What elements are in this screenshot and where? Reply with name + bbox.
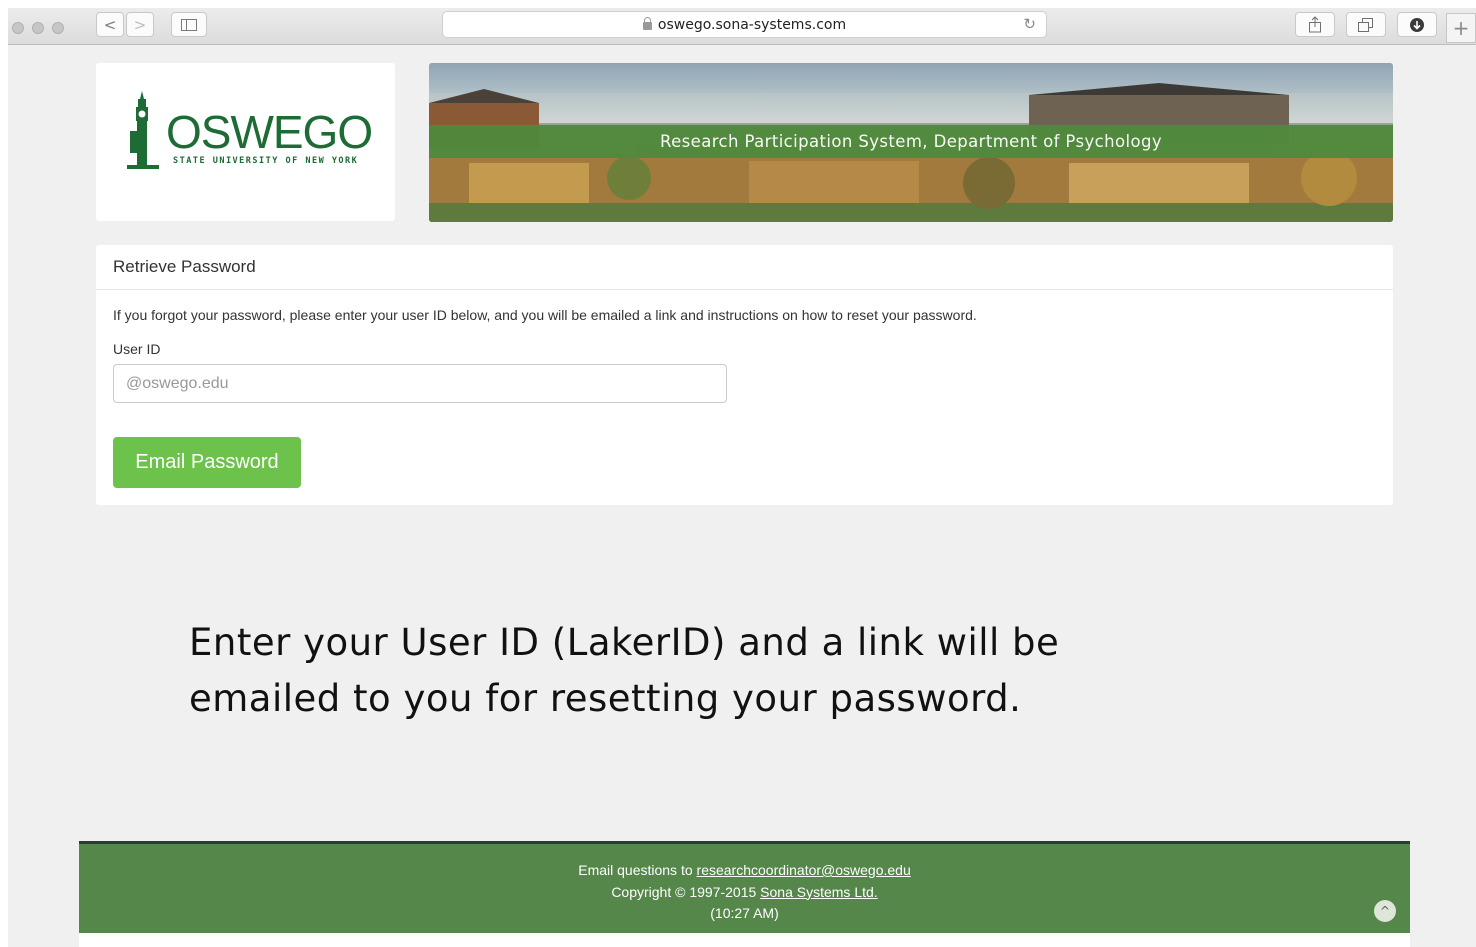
- window-zoom-button[interactable]: [52, 22, 64, 34]
- browser-toolbar: < > oswego.sona-systems.com ↻: [8, 8, 1476, 45]
- page-background-left: [8, 45, 79, 947]
- chevron-up-icon: ^: [1379, 904, 1391, 918]
- lock-icon: [642, 16, 652, 30]
- retrieve-password-panel: Retrieve Password If you forgot your pas…: [96, 245, 1393, 505]
- user-id-label: User ID: [113, 341, 161, 357]
- plus-icon: +: [1452, 16, 1470, 40]
- panel-description: If you forgot your password, please ente…: [113, 307, 977, 323]
- email-password-button[interactable]: Email Password: [113, 437, 301, 488]
- back-button[interactable]: <: [96, 12, 124, 37]
- sidebar-icon: [181, 18, 197, 31]
- window-minimize-button[interactable]: [32, 22, 44, 34]
- footer-copyright-prefix: Copyright © 1997-2015: [611, 883, 757, 900]
- panel-title: Retrieve Password: [96, 245, 1393, 290]
- clock-tower-icon: [127, 91, 159, 169]
- sona-systems-link[interactable]: Sona Systems Ltd.: [760, 884, 878, 900]
- url-text: oswego.sona-systems.com: [657, 16, 847, 33]
- footer: Email questions to researchcoordinator@o…: [79, 841, 1410, 933]
- instructions-text: Enter your User ID (LakerID) and a link …: [189, 615, 1189, 727]
- page-content: OSWEGO STATE UNIVERSITY OF NEW YORK Rese…: [79, 45, 1410, 933]
- window-close-button[interactable]: [12, 22, 24, 34]
- share-button[interactable]: [1295, 12, 1335, 37]
- address-bar[interactable]: oswego.sona-systems.com ↻: [442, 11, 1047, 38]
- forward-button[interactable]: >: [126, 12, 154, 37]
- reload-icon[interactable]: ↻: [1023, 15, 1036, 33]
- downloads-button[interactable]: [1397, 12, 1437, 37]
- tabs-overview-button[interactable]: [1346, 12, 1386, 37]
- user-id-input[interactable]: [113, 364, 727, 403]
- chevron-right-icon: >: [133, 15, 147, 34]
- oswego-logo[interactable]: OSWEGO STATE UNIVERSITY OF NEW YORK: [96, 63, 395, 221]
- banner-title: Research Participation System, Departmen…: [429, 125, 1393, 158]
- download-icon: [1410, 17, 1424, 32]
- share-icon: [1309, 16, 1321, 33]
- footer-copyright-line: Copyright © 1997-2015 Sona Systems Ltd.: [79, 882, 1410, 904]
- scroll-to-top-button[interactable]: ^: [1374, 900, 1396, 922]
- instructions-line-2: emailed to you for resetting your passwo…: [189, 677, 1022, 720]
- sidebar-toggle-button[interactable]: [171, 12, 207, 37]
- page-background-right: [1410, 45, 1476, 947]
- chevron-left-icon: <: [103, 15, 117, 34]
- logo-subtitle: STATE UNIVERSITY OF NEW YORK: [173, 156, 359, 166]
- footer-email-prefix: Email questions to: [578, 862, 693, 878]
- header-banner: Research Participation System, Departmen…: [429, 63, 1393, 222]
- footer-time: (10:27 AM): [710, 905, 779, 921]
- coordinator-email-link[interactable]: researchcoordinator@oswego.edu: [697, 862, 911, 878]
- instructions-line-1: Enter your User ID (LakerID) and a link …: [189, 621, 1060, 664]
- tabs-icon: [1358, 17, 1373, 32]
- footer-email-line: Email questions to researchcoordinator@o…: [79, 860, 1410, 882]
- new-tab-button[interactable]: +: [1446, 13, 1476, 43]
- logo-wordmark: OSWEGO: [166, 106, 373, 158]
